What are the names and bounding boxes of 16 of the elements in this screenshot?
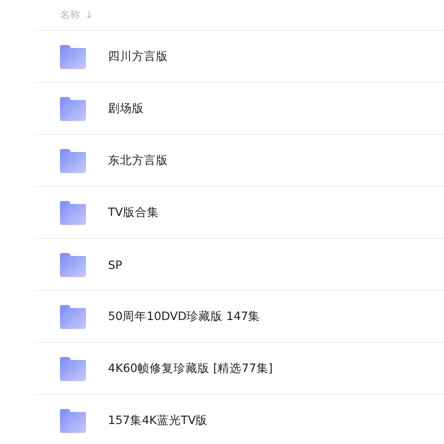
folder-name[interactable]: TV版合集 [108,205,159,220]
folder-icon [59,408,87,432]
folder-name[interactable]: 157集4K蓝光TV版 [108,413,208,428]
folder-icon [59,356,87,380]
folder-name[interactable]: 东北方言版 [108,153,168,168]
folder-icon [59,252,87,276]
folder-name[interactable]: 四川方言版 [108,49,168,64]
folder-icon [59,96,87,120]
folder-icon [59,200,87,224]
folder-name[interactable]: 剧场版 [108,101,144,116]
folder-name[interactable]: SP [108,258,122,272]
folder-icon [59,44,87,68]
folder-name[interactable]: 4K60帧修复珍藏版 [精选77集] [108,361,273,376]
folder-icon [59,304,87,328]
folder-name[interactable]: 50周年10DVD珍藏版 147集 [108,309,260,324]
folder-icon [59,148,87,172]
